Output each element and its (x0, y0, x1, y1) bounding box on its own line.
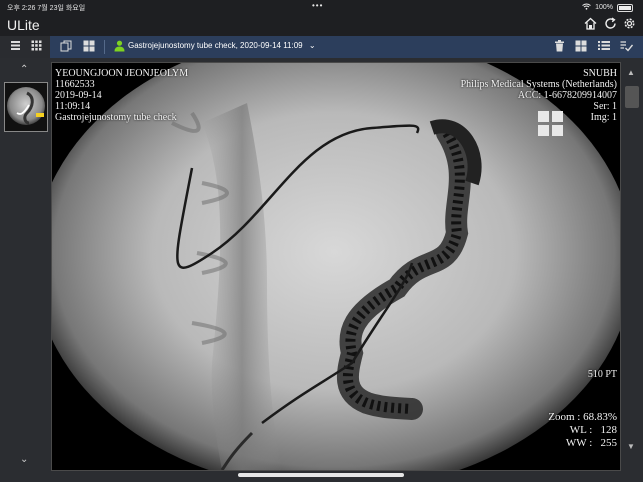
wl-label: WL : (569, 424, 593, 436)
chevron-up-icon[interactable]: ⌃ (20, 64, 28, 75)
ww-value: 255 (600, 437, 618, 449)
battery-percent: 100% (595, 4, 613, 11)
institution-name: SNUBH (583, 68, 617, 79)
multitask-dots[interactable]: ••• (312, 1, 323, 10)
refresh-icon[interactable] (603, 17, 617, 31)
status-right: 100% (582, 3, 633, 12)
study-title-text: Gastrojejunostomy tube check, 2020-09-14… (128, 41, 303, 50)
scroll-down-icon[interactable]: ▼ (627, 442, 635, 451)
chevron-down-icon[interactable]: ⌄ (20, 454, 28, 465)
scroll-up-icon[interactable]: ▲ (627, 68, 635, 77)
series-thumbnail[interactable] (4, 82, 48, 132)
layout-grid-icon[interactable] (82, 40, 96, 54)
orientation-label: 510 PT (587, 369, 617, 380)
grid-view-icon[interactable] (29, 40, 43, 54)
toolbar: Gastrojejunostomy tube check, 2020-09-14… (0, 36, 643, 58)
chevron-down-icon: ⌄ (308, 41, 316, 50)
orientation-marker-icon (538, 111, 564, 137)
series-sidebar: ⌃ ⌄ (0, 58, 50, 470)
scroll-thumb[interactable] (625, 86, 639, 108)
overlay-top-left: YEOUNGJOON JEONJEOLYM 11662533 2019-09-1… (55, 68, 188, 123)
study-time: 11:09:14 (55, 101, 91, 112)
accession-number: ACC: 1-6678209914007 (517, 90, 617, 101)
home-icon[interactable] (583, 17, 597, 31)
ww-label: WW : (565, 437, 593, 449)
app-logo: ULite (7, 17, 40, 33)
list-view-icon[interactable] (8, 40, 22, 54)
toolbar-divider (104, 40, 105, 54)
overlay-bottom-right: Zoom : 68.83% WL : 128 WW : 255 (548, 411, 617, 450)
zoom-level: Zoom : 68.83% (548, 411, 617, 423)
home-indicator[interactable] (238, 473, 404, 477)
copy-icon[interactable] (59, 40, 73, 54)
status-date: 7월 23일 화요일 (37, 5, 86, 12)
patient-name: YEOUNGJOON JEONJEOLYM (55, 68, 189, 79)
app-header: ULite (0, 14, 643, 36)
window-width: WW : 255 (548, 437, 617, 450)
patient-id: 11662533 (55, 79, 95, 90)
image-viewport[interactable]: YEOUNGJOON JEONJEOLYM 11662533 2019-09-1… (51, 62, 621, 471)
logo-text: Lite (17, 17, 40, 33)
status-time-date: 오후 2:26 7월 23일 화요일 (7, 3, 85, 13)
xray-image (52, 63, 620, 470)
battery-icon (617, 3, 633, 12)
logo-letter-u: U (7, 17, 18, 33)
study-title[interactable]: Gastrojejunostomy tube check, 2020-09-14… (128, 41, 316, 50)
settings-gear-icon[interactable] (622, 17, 636, 31)
trash-icon[interactable] (552, 40, 566, 54)
series-list-icon[interactable] (597, 40, 611, 54)
study-description: Gastrojejunostomy tube check (55, 112, 177, 123)
select-check-icon[interactable] (619, 40, 633, 54)
status-bar: 오후 2:26 7월 23일 화요일 ••• 100% (0, 0, 643, 14)
patient-icon (112, 40, 126, 54)
wifi-icon (582, 3, 591, 12)
study-date: 2019-09-14 (55, 90, 102, 101)
window-level: WL : 128 (548, 424, 617, 437)
layout-split-icon[interactable] (574, 40, 588, 54)
image-scrollbar[interactable]: ▲ ▼ (621, 62, 643, 469)
wl-value: 128 (600, 424, 618, 436)
manufacturer: Philips Medical Systems (Netherlands) (460, 79, 617, 90)
status-time: 오후 2:26 (7, 5, 36, 12)
